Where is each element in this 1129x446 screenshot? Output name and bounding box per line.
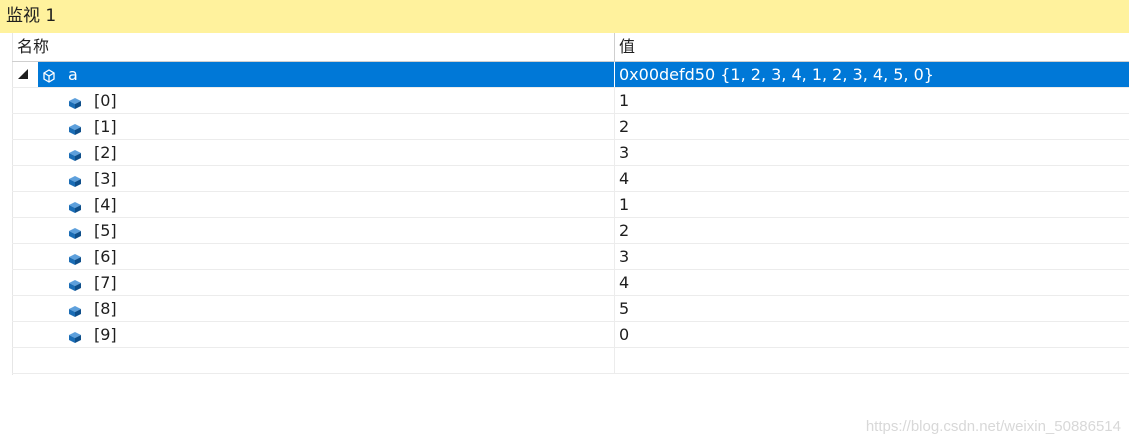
value-column-header[interactable]: 值: [619, 33, 635, 61]
watch-row-item[interactable]: [7] 4: [12, 270, 1129, 296]
element-value[interactable]: 3: [619, 140, 629, 165]
field-icon: [67, 171, 83, 187]
element-value[interactable]: 1: [619, 88, 629, 113]
field-icon: [67, 197, 83, 213]
column-splitter[interactable]: [614, 33, 615, 62]
watch-row-item[interactable]: [2] 3: [12, 140, 1129, 166]
watch-window-title: 监视 1: [0, 0, 1129, 33]
field-icon: [67, 119, 83, 135]
watch-row-item[interactable]: [3] 4: [12, 166, 1129, 192]
field-icon: [67, 249, 83, 265]
element-name: [6]: [94, 247, 117, 266]
element-value[interactable]: 3: [619, 244, 629, 269]
field-icon: [67, 93, 83, 109]
element-name: [0]: [94, 91, 117, 110]
watermark: https://blog.csdn.net/weixin_50886514: [865, 418, 1121, 435]
field-icon: [67, 145, 83, 161]
field-icon: [67, 301, 83, 317]
element-value[interactable]: 4: [619, 166, 629, 191]
element-value[interactable]: 2: [619, 218, 629, 243]
element-name: [5]: [94, 221, 117, 240]
object-icon: [41, 66, 57, 83]
element-value[interactable]: 4: [619, 270, 629, 295]
name-column-header[interactable]: 名称: [17, 33, 49, 61]
collapse-triangle-icon[interactable]: [18, 69, 28, 79]
element-name: [8]: [94, 299, 117, 318]
element-name: [9]: [94, 325, 117, 344]
field-icon: [67, 275, 83, 291]
element-name: [4]: [94, 195, 117, 214]
watch-row-item[interactable]: [4] 1: [12, 192, 1129, 218]
watch-row-item[interactable]: [8] 5: [12, 296, 1129, 322]
watch-row-item[interactable]: [1] 2: [12, 114, 1129, 140]
field-icon: [67, 223, 83, 239]
field-icon: [67, 327, 83, 343]
element-value[interactable]: 1: [619, 192, 629, 217]
watch-panel: 名称 值 a 0x00defd50 {1, 2, 3, 4, 1, 2, 3, …: [0, 33, 1129, 446]
element-name: [3]: [94, 169, 117, 188]
variable-value[interactable]: 0x00defd50 {1, 2, 3, 4, 1, 2, 3, 4, 5, 0…: [619, 62, 934, 87]
watch-row-item[interactable]: [9] 0: [12, 322, 1129, 348]
element-name: [2]: [94, 143, 117, 162]
element-value[interactable]: 0: [619, 322, 629, 347]
watch-row-root[interactable]: a 0x00defd50 {1, 2, 3, 4, 1, 2, 3, 4, 5,…: [12, 62, 1129, 88]
element-value[interactable]: 5: [619, 296, 629, 321]
element-name: [7]: [94, 273, 117, 292]
element-value[interactable]: 2: [619, 114, 629, 139]
watch-row-item[interactable]: [0] 1: [12, 88, 1129, 114]
variable-name: a: [68, 65, 78, 84]
watch-row-item[interactable]: [5] 2: [12, 218, 1129, 244]
empty-watch-row[interactable]: [12, 348, 1129, 374]
column-header: 名称 值: [12, 33, 1129, 62]
element-name: [1]: [94, 117, 117, 136]
watch-row-item[interactable]: [6] 3: [12, 244, 1129, 270]
